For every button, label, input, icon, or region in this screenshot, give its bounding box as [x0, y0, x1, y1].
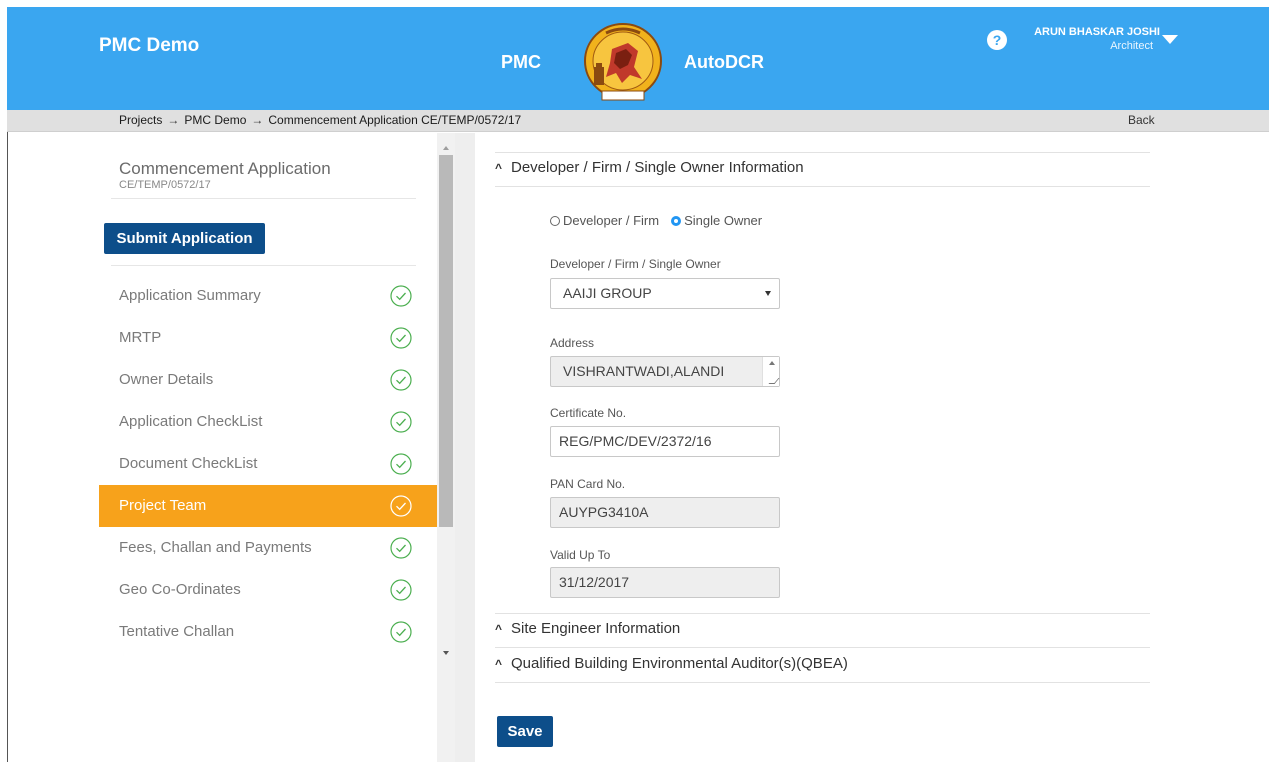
breadcrumb-application[interactable]: Commencement Application CE/TEMP/0572/17 — [268, 113, 521, 127]
owner-type-radio-group: Developer / Firm Single Owner — [550, 213, 774, 228]
breadcrumb: Projects → PMC Demo → Commencement Applicati… — [119, 113, 521, 127]
check-circle-icon — [390, 411, 412, 433]
check-circle-icon — [390, 369, 412, 391]
breadcrumb-separator: → — [167, 113, 180, 127]
user-name[interactable]: ARUN BHASKAR JOSHI — [1007, 26, 1160, 38]
chevron-up-icon: ^ — [495, 622, 503, 636]
radio-label: Single Owner — [684, 213, 763, 228]
app-name[interactable]: PMC Demo — [99, 35, 199, 57]
certificate-input[interactable]: REG/PMC/DEV/2372/16 — [550, 426, 780, 457]
valid-upto-field-label: Valid Up To — [550, 548, 611, 562]
sidebar-item-application-checklist[interactable]: Application CheckList — [99, 401, 437, 443]
sidebar-item-fees-challan-payments[interactable]: Fees, Challan and Payments — [99, 527, 437, 569]
section-divider — [495, 152, 1150, 153]
check-circle-icon — [390, 537, 412, 559]
check-circle-icon — [390, 621, 412, 643]
sidebar-divider — [111, 198, 416, 199]
check-circle-icon — [390, 327, 412, 349]
sidebar-item-label: Document CheckList — [119, 455, 258, 472]
breadcrumb-separator: → — [251, 113, 264, 127]
sidebar-item-label: Project Team — [119, 497, 207, 514]
chevron-down-icon — [765, 291, 771, 296]
section-developer-owner-info[interactable]: ^ Developer / Firm / Single Owner Informa… — [495, 159, 804, 176]
sidebar-item-document-checklist[interactable]: Document CheckList — [99, 443, 437, 485]
breadcrumb-bar: Projects → PMC Demo → Commencement Applicati… — [7, 110, 1269, 132]
sidebar-item-label: Tentative Challan — [119, 623, 235, 640]
certificate-field-label: Certificate No. — [550, 406, 627, 420]
sidebar-item-project-team[interactable]: Project Team — [99, 485, 437, 527]
chevron-up-icon: ^ — [495, 161, 503, 175]
submit-application-button[interactable]: Submit Application — [104, 223, 265, 254]
owner-field-label: Developer / Firm / Single Owner — [550, 257, 721, 271]
main-content: ^ Developer / Firm / Single Owner Informa… — [475, 133, 1269, 762]
sidebar-item-label: Owner Details — [119, 371, 214, 388]
sidebar-item-label: Fees, Challan and Payments — [119, 539, 312, 556]
chevron-up-icon: ^ — [495, 657, 503, 671]
section-title: Qualified Building Environmental Auditor… — [511, 655, 848, 672]
sidebar-scroll-thumb[interactable] — [439, 155, 453, 527]
scroll-up-arrow-icon[interactable] — [443, 146, 449, 150]
user-role: Architect — [1110, 40, 1153, 52]
radio-label: Developer / Firm — [563, 213, 660, 228]
help-icon[interactable]: ? — [987, 30, 1007, 50]
radio-developer-firm[interactable] — [550, 216, 560, 226]
check-circle-icon — [390, 579, 412, 601]
breadcrumb-project[interactable]: PMC Demo — [184, 113, 246, 127]
certificate-value: REG/PMC/DEV/2372/16 — [559, 433, 712, 449]
sidebar-divider — [111, 265, 416, 266]
sidebar-item-mrtp[interactable]: MRTP — [99, 317, 437, 359]
address-textarea[interactable]: VISHRANTWADI,ALANDI — [550, 356, 780, 387]
section-qbea[interactable]: ^ Qualified Building Environmental Audito… — [495, 655, 848, 672]
section-site-engineer-info[interactable]: ^ Site Engineer Information — [495, 620, 680, 637]
sidebar-item-geo-coordinates[interactable]: Geo Co-Ordinates — [99, 569, 437, 611]
window-edge — [7, 110, 8, 762]
section-title: Site Engineer Information — [511, 620, 681, 637]
sidebar-item-label: Application Summary — [119, 287, 261, 304]
section-divider — [495, 186, 1150, 187]
sidebar-item-tentative-challan[interactable]: Tentative Challan — [99, 611, 437, 653]
check-circle-icon — [390, 495, 412, 517]
pmc-emblem-icon — [584, 23, 662, 101]
app-header: PMC Demo PMC AutoDCR ? ARUN BHASKAR JOSH… — [7, 7, 1269, 110]
pan-input[interactable]: AUYPG3410A — [550, 497, 780, 528]
check-circle-icon — [390, 453, 412, 475]
sidebar-item-label: Application CheckList — [119, 413, 263, 430]
address-field-label: Address — [550, 336, 595, 350]
brand-text-pmc: PMC — [501, 52, 541, 72]
section-divider — [495, 682, 1150, 683]
content-gutter — [455, 133, 475, 762]
pan-field-label: PAN Card No. — [550, 477, 626, 491]
owner-select-value: AAIJI GROUP — [563, 285, 652, 301]
user-menu-caret-icon[interactable] — [1162, 35, 1178, 44]
section-divider — [495, 613, 1150, 614]
brand-text-autodcr: AutoDCR — [684, 52, 764, 72]
owner-select[interactable]: AAIJI GROUP — [550, 278, 780, 309]
sidebar-item-owner-details[interactable]: Owner Details — [99, 359, 437, 401]
scroll-down-arrow-icon[interactable] — [443, 651, 449, 655]
sidebar: Commencement Application CE/TEMP/0572/17… — [99, 133, 437, 762]
sidebar-item-application-summary[interactable]: Application Summary — [99, 275, 437, 317]
sidebar-item-label: MRTP — [119, 329, 162, 346]
pan-value: AUYPG3410A — [559, 504, 649, 520]
valid-upto-value: 31/12/2017 — [559, 574, 630, 590]
sidebar-title: Commencement Application — [119, 159, 331, 178]
section-divider — [495, 647, 1150, 648]
breadcrumb-projects[interactable]: Projects — [119, 113, 162, 127]
textarea-resize-icon[interactable] — [762, 357, 780, 386]
address-value: VISHRANTWADI,ALANDI — [563, 363, 725, 379]
radio-single-owner[interactable] — [671, 216, 682, 226]
sidebar-item-label: Geo Co-Ordinates — [119, 581, 241, 598]
valid-upto-input[interactable]: 31/12/2017 — [550, 567, 780, 598]
back-link[interactable]: Back — [1128, 113, 1155, 127]
check-circle-icon — [390, 285, 412, 307]
section-title: Developer / Firm / Single Owner Informat… — [511, 159, 804, 176]
save-button[interactable]: Save — [497, 716, 553, 747]
sidebar-subtitle: CE/TEMP/0572/17 — [119, 179, 211, 191]
